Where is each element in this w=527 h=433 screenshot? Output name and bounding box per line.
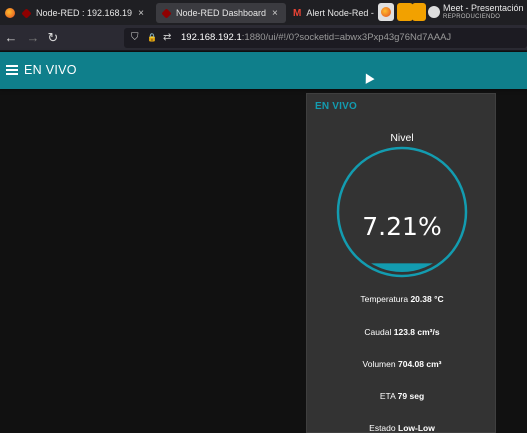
group-title: EN VIVO xyxy=(315,101,357,112)
back-icon[interactable]: ← xyxy=(3,30,19,46)
reload-icon[interactable]: ↻ xyxy=(45,30,61,46)
gauge-value: 7.21% xyxy=(362,212,442,241)
row-value: 123.8 cm³/s xyxy=(393,327,440,337)
url-path: :1880/ui/#!/0?socketid=abwx3Pxp43g76Nd7A… xyxy=(241,32,452,43)
row-label: Temperatura xyxy=(360,294,409,304)
row-label: ETA xyxy=(379,391,396,401)
volume-text: Volumen 704.08 cm³ xyxy=(307,359,497,369)
tab-label: Node-RED : 192.168.19 xyxy=(36,8,133,18)
dashboard-toolbar: EN VIVO xyxy=(0,52,527,89)
row-label: Volumen xyxy=(362,359,396,369)
tab-alert-node-red[interactable]: M Alert Node-Red - xyxy=(293,3,377,23)
row-value: 20.38 °C xyxy=(410,294,444,304)
permissions-icon[interactable]: ⇄ xyxy=(163,31,171,45)
tab-node-red-editor[interactable]: Node-RED : 192.168.19 × xyxy=(22,3,150,23)
node-red-icon xyxy=(22,7,32,19)
tab-label: Node-RED Dashboard xyxy=(176,8,267,18)
tab-node-red-dashboard[interactable]: Node-RED Dashboard × xyxy=(156,3,286,23)
firefox-icon[interactable] xyxy=(5,8,15,18)
node-red-icon xyxy=(161,7,172,19)
gauge-label: Nivel xyxy=(390,132,414,144)
row-label: Caudal xyxy=(364,327,392,337)
url-text[interactable]: 192.168.192.1:1880/ui/#!/0?socketid=abwx… xyxy=(181,32,451,43)
navigation-bar: ← → ↻ ⛉ 🔒 ⇄ 192.168.192.1:1880/ui/#!/0?s… xyxy=(0,25,527,51)
meet-icon xyxy=(428,6,440,18)
extension-icon[interactable] xyxy=(412,3,426,21)
url-host: 192.168.192.1 xyxy=(181,32,242,43)
tab-meet[interactable]: Meet - Presentación REPRODUCIENDO xyxy=(427,2,527,24)
group-card-en-vivo: EN VIVO Nivel 7.21% Temperatura 20.38 °C… xyxy=(306,93,496,433)
shield-icon[interactable]: ⛉ xyxy=(131,31,139,45)
gmail-icon: M xyxy=(293,7,302,19)
lock-icon[interactable]: 🔒 xyxy=(147,31,157,45)
tab-label: Alert Node-Red - xyxy=(306,8,374,18)
close-icon[interactable]: × xyxy=(138,8,144,19)
menu-icon[interactable] xyxy=(6,65,18,75)
temperature-text: Temperatura 20.38 °C xyxy=(307,294,497,304)
tab-label: Meet - Presentación xyxy=(443,3,524,13)
row-value: 79 seg xyxy=(397,391,425,401)
close-icon[interactable]: × xyxy=(272,8,278,19)
flow-text: Caudal 123.8 cm³/s xyxy=(307,327,497,337)
forward-icon[interactable]: → xyxy=(25,30,41,46)
status-text: Estado Low-Low xyxy=(307,423,497,433)
row-value: Low-Low xyxy=(398,423,435,433)
address-bar[interactable]: ⛉ 🔒 ⇄ 192.168.192.1:1880/ui/#!/0?socketi… xyxy=(124,28,527,48)
eta-text: ETA 79 seg xyxy=(307,391,497,401)
browser-tab-strip: Node-RED : 192.168.19 × Node-RED Dashboa… xyxy=(0,0,527,25)
page-title: EN VIVO xyxy=(24,63,77,77)
row-value: 704.08 cm³ xyxy=(397,359,442,369)
firefox-extension-icon[interactable] xyxy=(378,3,394,21)
row-label: Estado xyxy=(369,423,396,433)
gauge-fill xyxy=(342,263,462,272)
media-status: REPRODUCIENDO xyxy=(443,14,501,20)
extension-icon[interactable] xyxy=(397,3,413,21)
